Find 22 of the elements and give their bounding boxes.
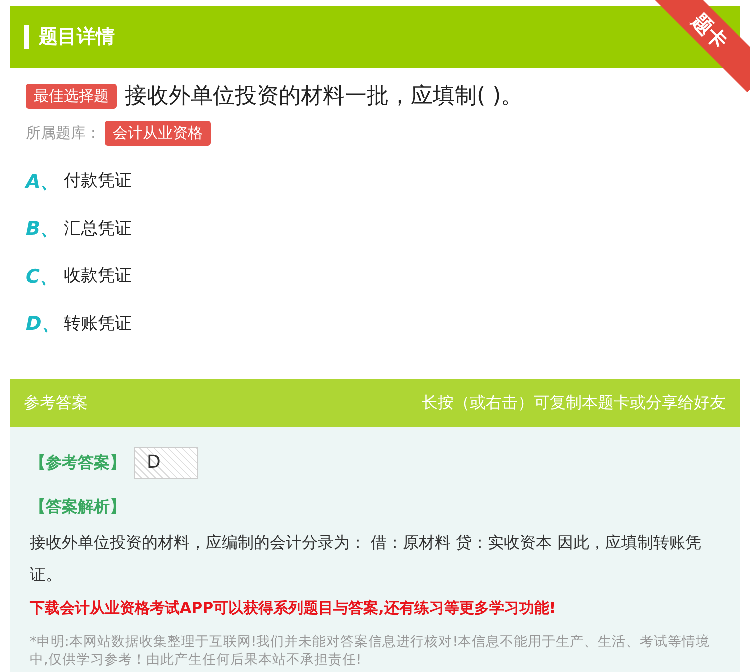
bank-label: 所属题库： <box>26 123 101 144</box>
promo-text: 下载会计从业资格考试APP可以获得系列题目与答案,还有练习等更多学习功能! <box>30 598 558 618</box>
option-letter: D、 <box>26 312 62 337</box>
question-type-tag: 最佳选择题 <box>26 84 117 109</box>
answer-section-title: 参考答案 <box>24 392 88 414</box>
option-text: 收款凭证 <box>64 265 132 288</box>
option-text: 付款凭证 <box>64 170 132 193</box>
option-letter: A、 <box>26 170 61 194</box>
analysis-label: 【答案解析】 <box>30 496 127 518</box>
disclaimer-text: *申明:本网站数据收集整理于互联网!我们并未能对答案信息进行核对!本信息不能用于生产、生活、考试等情境中,仅供学习参考！由此产生任何后果本站不承担责任! <box>30 633 712 669</box>
analysis-text: 接收外单位投资的材料，应编制的会计分录为： 借：原材料 贷：实收资本 因此，应填制转账凭证。 <box>30 532 702 586</box>
question-text: 接收外单位投资的材料一批，应填制( )。 <box>125 83 524 111</box>
answer-image: D <box>134 446 198 478</box>
option-text: 汇总凭证 <box>64 218 132 240</box>
bank-tag: 会计从业资格 <box>105 121 211 146</box>
option-letter: B、 <box>26 217 60 242</box>
option-text: 转账凭证 <box>64 312 132 336</box>
title-accent-bar <box>24 25 29 49</box>
header-title: 题目详情 <box>39 24 115 50</box>
share-hint: 长按（或右击）可复制本题卡或分享给好友 <box>422 392 726 414</box>
answer-label: 【参考答案】 <box>30 452 126 474</box>
option-letter: C、 <box>26 264 60 290</box>
